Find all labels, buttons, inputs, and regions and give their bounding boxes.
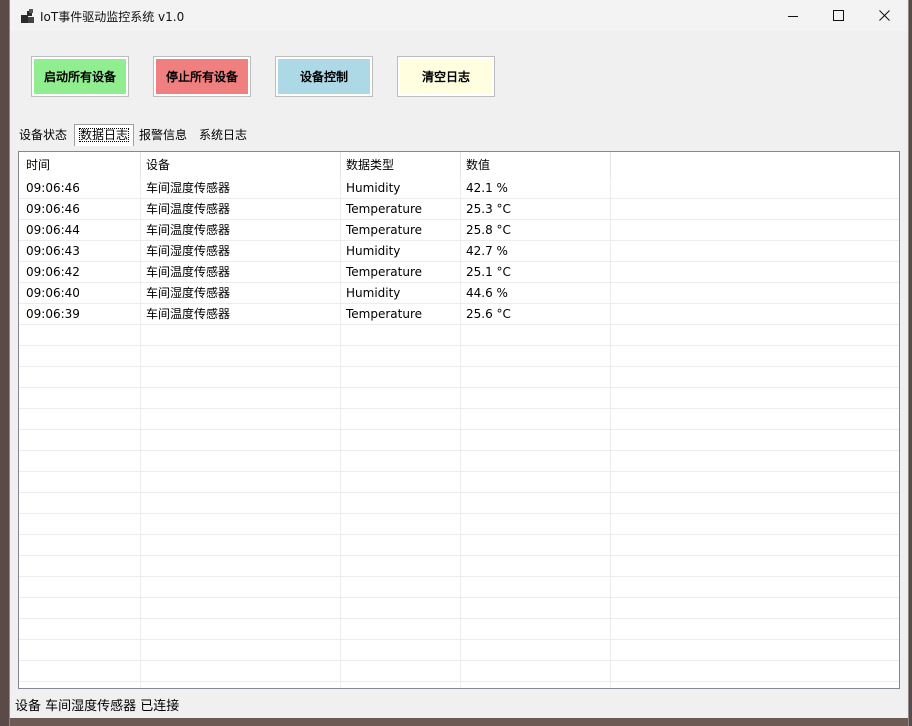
tab-data-log-label: 数据日志 <box>79 128 130 142</box>
row-gridline <box>19 471 899 472</box>
cell-value[interactable]: 42.1 % <box>459 178 609 199</box>
stop-all-devices-button[interactable]: 停止所有设备 <box>153 56 251 97</box>
row-gridline <box>19 618 899 619</box>
cell-data-type[interactable]: Temperature <box>339 199 459 220</box>
start-all-devices-button[interactable]: 启动所有设备 <box>31 56 129 97</box>
cell-device[interactable]: 车间温度传感器 <box>139 304 339 325</box>
window-bottom-edge <box>10 718 908 726</box>
cell-time[interactable]: 09:06:46 <box>19 178 140 199</box>
cell-time[interactable]: 09:06:44 <box>19 220 140 241</box>
cell-device[interactable]: 车间湿度传感器 <box>139 178 339 199</box>
cell-device[interactable]: 车间湿度传感器 <box>139 283 339 304</box>
cell-time[interactable]: 09:06:39 <box>19 304 140 325</box>
header-separator <box>140 152 141 178</box>
cell-time[interactable]: 09:06:43 <box>19 241 140 262</box>
column-header-device[interactable]: 设备 <box>139 152 339 178</box>
data-log-table[interactable]: 时间 设备 数据类型 数值 09:06:46 车间湿度传感器 Humidity 42.… <box>18 151 900 689</box>
app-window: IoT事件驱动监控系统 v1.0 启动所有设备 停止所有设备 设备控制 清空日志… <box>10 0 908 726</box>
device-control-button[interactable]: 设备控制 <box>275 56 373 97</box>
tab-system-log[interactable]: 系统日志 <box>195 126 251 145</box>
cell-value[interactable]: 25.1 °C <box>459 262 609 283</box>
app-icon <box>21 9 34 23</box>
close-button[interactable] <box>861 0 907 31</box>
row-gridline <box>19 639 899 640</box>
header-separator <box>610 152 611 178</box>
maximize-button[interactable] <box>815 0 861 31</box>
row-gridline <box>19 345 899 346</box>
cell-data-type[interactable]: Humidity <box>339 178 459 199</box>
close-icon <box>878 10 890 21</box>
tab-device-status[interactable]: 设备状态 <box>15 126 71 145</box>
cell-value[interactable]: 25.8 °C <box>459 220 609 241</box>
cell-value[interactable]: 25.3 °C <box>459 199 609 220</box>
tab-data-log[interactable]: 数据日志 <box>74 124 135 146</box>
header-separator <box>340 152 341 178</box>
row-gridline <box>19 555 899 556</box>
cell-data-type[interactable]: Humidity <box>339 283 459 304</box>
title-bar[interactable]: IoT事件驱动监控系统 v1.0 <box>10 0 908 31</box>
cell-value[interactable]: 44.6 % <box>459 283 609 304</box>
row-gridline <box>19 681 899 682</box>
cell-value[interactable]: 42.7 % <box>459 241 609 262</box>
cell-data-type[interactable]: Temperature <box>339 262 459 283</box>
row-gridline <box>19 429 899 430</box>
column-separator <box>610 152 611 688</box>
row-gridline <box>19 408 899 409</box>
status-text: 设备 车间湿度传感器 已连接 <box>15 699 180 714</box>
cell-device[interactable]: 车间湿度传感器 <box>139 241 339 262</box>
cell-data-type[interactable]: Temperature <box>339 304 459 325</box>
cell-data-type[interactable]: Humidity <box>339 241 459 262</box>
row-gridline <box>19 492 899 493</box>
row-gridline <box>19 660 899 661</box>
status-bar: 设备 车间湿度传感器 已连接 <box>10 695 908 718</box>
row-gridline <box>19 366 899 367</box>
cell-device[interactable]: 车间温度传感器 <box>139 220 339 241</box>
column-header-value[interactable]: 数值 <box>459 152 609 178</box>
cell-data-type[interactable]: Temperature <box>339 220 459 241</box>
cell-device[interactable]: 车间温度传感器 <box>139 262 339 283</box>
minimize-icon <box>788 15 798 17</box>
clear-log-button[interactable]: 清空日志 <box>397 56 495 97</box>
row-gridline <box>19 450 899 451</box>
minimize-button[interactable] <box>770 0 816 31</box>
row-gridline <box>19 534 899 535</box>
row-gridline <box>19 387 899 388</box>
cell-device[interactable]: 车间温度传感器 <box>139 199 339 220</box>
row-gridline <box>19 597 899 598</box>
window-title: IoT事件驱动监控系统 v1.0 <box>40 10 185 24</box>
cell-time[interactable]: 09:06:42 <box>19 262 140 283</box>
maximize-icon <box>832 10 844 21</box>
column-header-time[interactable]: 时间 <box>19 152 140 178</box>
header-separator <box>460 152 461 178</box>
column-header-data-type[interactable]: 数据类型 <box>339 152 459 178</box>
tab-alarm-info[interactable]: 报警信息 <box>135 126 191 145</box>
cell-time[interactable]: 09:06:46 <box>19 199 140 220</box>
row-gridline <box>19 513 899 514</box>
row-gridline <box>19 576 899 577</box>
cell-time[interactable]: 09:06:40 <box>19 283 140 304</box>
cell-value[interactable]: 25.6 °C <box>459 304 609 325</box>
